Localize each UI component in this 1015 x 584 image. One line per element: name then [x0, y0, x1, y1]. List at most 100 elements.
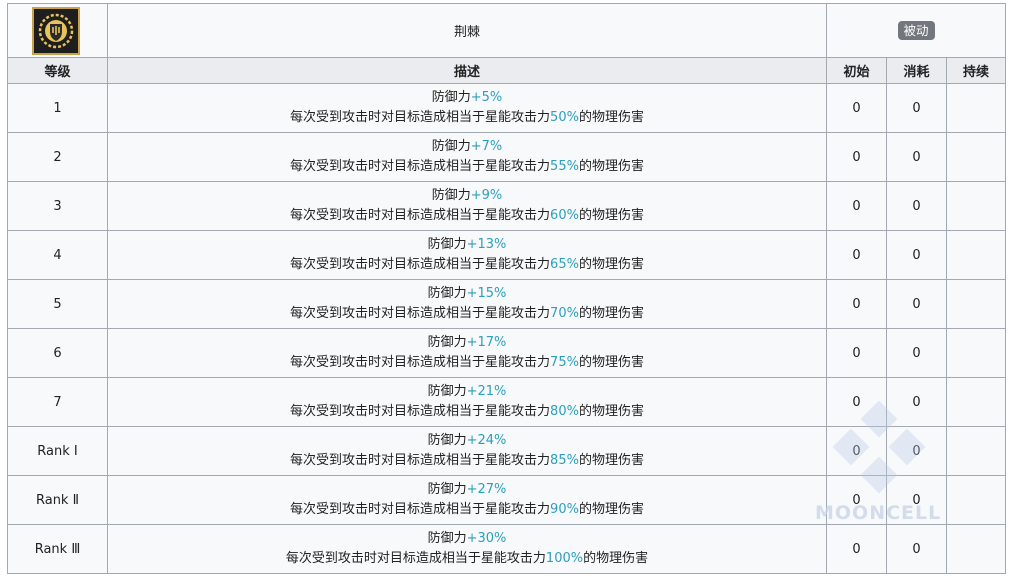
level-cell: Rank Ⅱ [7, 475, 108, 525]
initial-cell: 0 [826, 524, 888, 574]
level-cell: 2 [7, 132, 108, 182]
initial-cell: 0 [826, 181, 888, 231]
duration-cell [946, 524, 1007, 574]
table-row: Rank Ⅲ 防御力+30% 每次受到攻击时对目标造成相当于星能攻击力100%的物理… [7, 524, 1007, 574]
description-line-2: 每次受到攻击时对目标造成相当于星能攻击力75%的物理伤害 [108, 353, 826, 373]
effect-value: 65% [550, 257, 579, 272]
description-line-2: 每次受到攻击时对目标造成相当于星能攻击力90%的物理伤害 [108, 500, 826, 520]
stat-value: +30% [466, 531, 507, 546]
effect-value: 75% [550, 355, 579, 370]
table-row: 1 防御力+5% 每次受到攻击时对目标造成相当于星能攻击力50%的物理伤害 0 0 [7, 83, 1007, 133]
cost-cell: 0 [886, 83, 948, 133]
table-row: 5 防御力+15% 每次受到攻击时对目标造成相当于星能攻击力70%的物理伤害 0 0 [7, 279, 1007, 329]
stat-value: +27% [466, 482, 507, 497]
initial-cell: 0 [826, 279, 888, 329]
effect-suffix: 的物理伤害 [578, 306, 644, 321]
duration-cell [946, 377, 1007, 427]
description-cell: 防御力+27% 每次受到攻击时对目标造成相当于星能攻击力90%的物理伤害 [106, 475, 828, 525]
description-line-1: 防御力+30% [108, 529, 826, 549]
description-line-2: 每次受到攻击时对目标造成相当于星能攻击力85%的物理伤害 [108, 451, 826, 471]
effect-suffix: 的物理伤害 [578, 355, 644, 370]
description-line-1: 防御力+13% [108, 235, 826, 255]
initial-cell: 0 [826, 132, 888, 182]
effect-value: 90% [550, 502, 579, 517]
table-row: Rank Ⅱ 防御力+27% 每次受到攻击时对目标造成相当于星能攻击力90%的物理伤… [7, 475, 1007, 525]
skill-type-badge: 被动 [897, 21, 935, 40]
stat-label: 防御力 [427, 335, 467, 350]
description-line-1: 防御力+5% [108, 88, 826, 108]
table-row: 3 防御力+9% 每次受到攻击时对目标造成相当于星能攻击力60%的物理伤害 0 0 [7, 181, 1007, 231]
duration-cell [946, 181, 1007, 231]
shield-thorns-icon [32, 6, 80, 55]
initial-cell: 0 [826, 83, 888, 133]
duration-cell [946, 426, 1007, 476]
stat-value: +5% [470, 90, 503, 105]
effect-suffix: 的物理伤害 [583, 551, 649, 566]
level-cell: 4 [7, 230, 108, 280]
description-line-2: 每次受到攻击时对目标造成相当于星能攻击力50%的物理伤害 [108, 108, 826, 128]
description-line-2: 每次受到攻击时对目标造成相当于星能攻击力65%的物理伤害 [108, 255, 826, 275]
duration-cell [946, 83, 1007, 133]
initial-cell: 0 [826, 230, 888, 280]
level-cell: 5 [7, 279, 108, 329]
description-cell: 防御力+30% 每次受到攻击时对目标造成相当于星能攻击力100%的物理伤害 [106, 524, 828, 574]
stat-label: 防御力 [431, 90, 471, 105]
cost-cell: 0 [886, 181, 948, 231]
stat-label: 防御力 [431, 188, 471, 203]
initial-cell: 0 [826, 475, 888, 525]
effect-suffix: 的物理伤害 [578, 110, 644, 125]
cost-cell: 0 [886, 279, 948, 329]
duration-cell [946, 279, 1007, 329]
duration-cell [946, 475, 1007, 525]
stat-label: 防御力 [427, 237, 467, 252]
effect-value: 70% [550, 306, 579, 321]
stat-label: 防御力 [427, 384, 467, 399]
description-cell: 防御力+7% 每次受到攻击时对目标造成相当于星能攻击力55%的物理伤害 [106, 132, 828, 182]
cost-cell: 0 [886, 230, 948, 280]
stat-value: +24% [466, 433, 507, 448]
effect-prefix: 每次受到攻击时对目标造成相当于星能攻击力 [290, 208, 551, 223]
stat-value: +13% [466, 237, 507, 252]
effect-value: 50% [550, 110, 579, 125]
description-line-1: 防御力+15% [108, 284, 826, 304]
level-cell: Rank Ⅲ [7, 524, 108, 574]
effect-value: 85% [550, 453, 579, 468]
description-cell: 防御力+13% 每次受到攻击时对目标造成相当于星能攻击力65%的物理伤害 [106, 230, 828, 280]
col-header-duration: 持续 [946, 57, 1007, 84]
effect-prefix: 每次受到攻击时对目标造成相当于星能攻击力 [290, 453, 551, 468]
stat-label: 防御力 [427, 531, 467, 546]
description-line-1: 防御力+21% [108, 382, 826, 402]
level-cell: 1 [7, 83, 108, 133]
effect-suffix: 的物理伤害 [578, 502, 644, 517]
initial-cell: 0 [826, 377, 888, 427]
effect-value: 100% [545, 551, 584, 566]
description-cell: 防御力+15% 每次受到攻击时对目标造成相当于星能攻击力70%的物理伤害 [106, 279, 828, 329]
stat-value: +7% [470, 139, 503, 154]
level-cell: 6 [7, 328, 108, 378]
effect-prefix: 每次受到攻击时对目标造成相当于星能攻击力 [290, 306, 551, 321]
stat-value: +21% [466, 384, 507, 399]
effect-prefix: 每次受到攻击时对目标造成相当于星能攻击力 [290, 110, 551, 125]
initial-cell: 0 [826, 426, 888, 476]
description-line-1: 防御力+7% [108, 137, 826, 157]
description-line-2: 每次受到攻击时对目标造成相当于星能攻击力60%的物理伤害 [108, 206, 826, 226]
effect-suffix: 的物理伤害 [578, 208, 644, 223]
skill-type-cell: 被动 [826, 3, 1007, 58]
cost-cell: 0 [886, 328, 948, 378]
description-line-2: 每次受到攻击时对目标造成相当于星能攻击力80%的物理伤害 [108, 402, 826, 422]
effect-prefix: 每次受到攻击时对目标造成相当于星能攻击力 [290, 404, 551, 419]
cost-cell: 0 [886, 132, 948, 182]
cost-cell: 0 [886, 426, 948, 476]
duration-cell [946, 328, 1007, 378]
skill-header-row: 荆棘 被动 [7, 3, 1007, 58]
table-header-row: 等级 描述 初始 消耗 持续 [7, 57, 1007, 84]
stat-label: 防御力 [427, 286, 467, 301]
description-line-1: 防御力+27% [108, 480, 826, 500]
table-row: 6 防御力+17% 每次受到攻击时对目标造成相当于星能攻击力75%的物理伤害 0 0 [7, 328, 1007, 378]
effect-prefix: 每次受到攻击时对目标造成相当于星能攻击力 [290, 159, 551, 174]
table-body: 1 防御力+5% 每次受到攻击时对目标造成相当于星能攻击力50%的物理伤害 0 0 2 防御… [7, 83, 1007, 574]
description-line-1: 防御力+24% [108, 431, 826, 451]
description-line-1: 防御力+17% [108, 333, 826, 353]
description-line-2: 每次受到攻击时对目标造成相当于星能攻击力70%的物理伤害 [108, 304, 826, 324]
table-row: 7 防御力+21% 每次受到攻击时对目标造成相当于星能攻击力80%的物理伤害 0 0 [7, 377, 1007, 427]
